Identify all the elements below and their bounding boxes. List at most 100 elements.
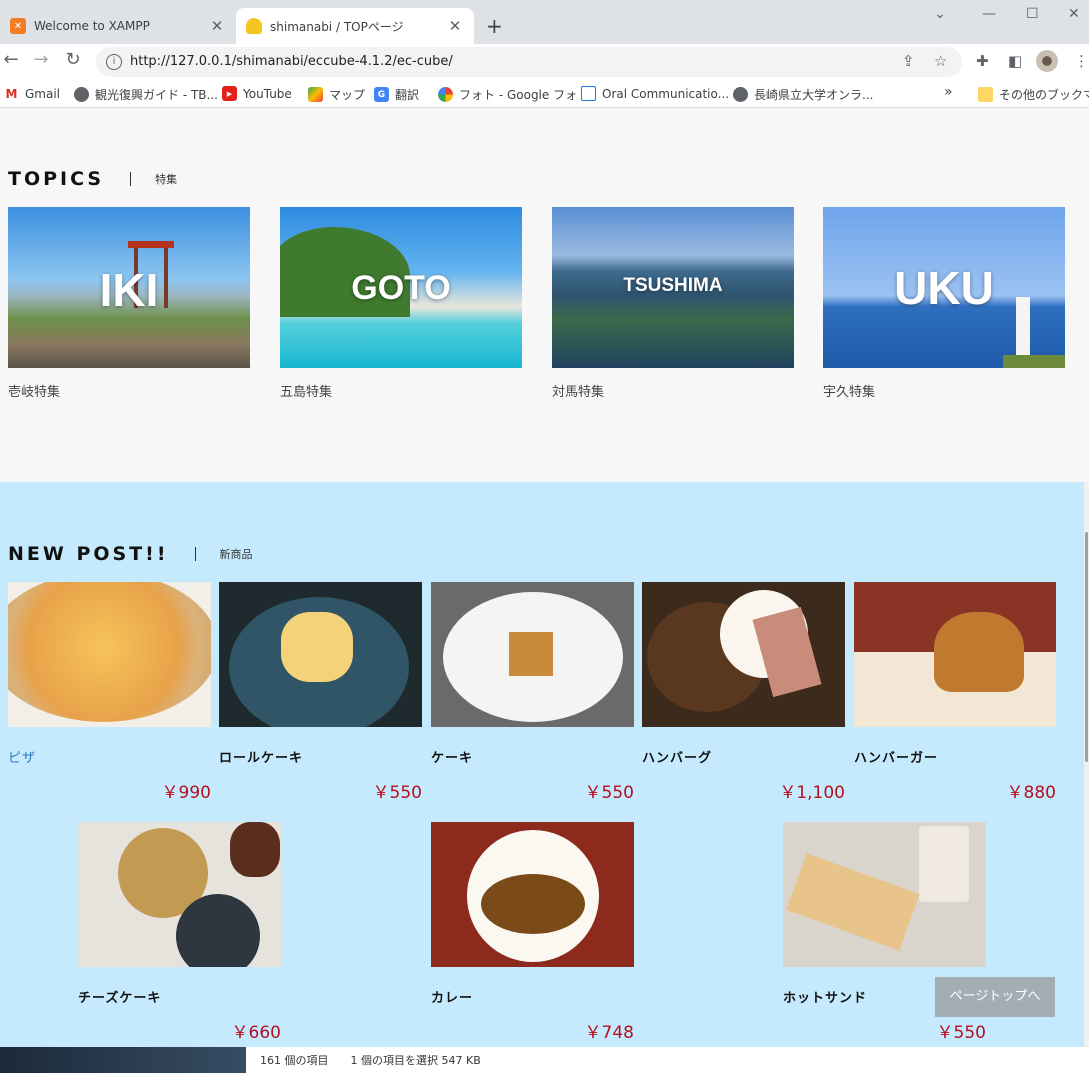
bookmark-label: 観光復興ガイド - TB... bbox=[95, 88, 218, 102]
scrollbar-thumb[interactable] bbox=[1085, 532, 1088, 762]
bookmark-youtube[interactable]: ▶ YouTube bbox=[222, 86, 292, 101]
product-image[interactable] bbox=[642, 582, 845, 727]
product-name[interactable]: ハンバーガー bbox=[854, 747, 938, 766]
topic-label[interactable]: 五島特集 bbox=[280, 381, 522, 400]
product-image[interactable] bbox=[854, 582, 1056, 727]
bookmark-label: フォト - Google フォト bbox=[459, 88, 590, 102]
bookmark-translate[interactable]: G 翻訳 bbox=[374, 86, 419, 103]
bookmark-other[interactable]: その他のブックマーク bbox=[978, 86, 1089, 103]
topic-card-tsushima[interactable]: TSUSHIMA 対馬特集 bbox=[552, 207, 794, 400]
url-text[interactable]: http://127.0.0.1/shimanabi/eccube-4.1.2/… bbox=[130, 54, 453, 69]
chevron-down-icon[interactable]: ⌄ bbox=[934, 6, 946, 22]
page-scrollbar[interactable] bbox=[1084, 482, 1089, 1073]
product-name[interactable]: ピザ bbox=[8, 747, 36, 766]
product-name[interactable]: チーズケーキ bbox=[78, 987, 161, 1006]
product-card[interactable]: ハンバーグ ￥1,100 bbox=[642, 582, 845, 803]
maps-icon bbox=[308, 87, 323, 102]
product-price: ￥880 bbox=[1006, 783, 1056, 803]
topic-image[interactable]: IKI bbox=[8, 207, 250, 368]
tab-title: shimanabi / TOPページ bbox=[270, 19, 404, 34]
topic-card-uku[interactable]: UKU 宇久特集 bbox=[823, 207, 1065, 400]
bookmark-label: 長崎県立大学オンラ... bbox=[754, 88, 874, 102]
product-card[interactable]: チーズケーキ ￥660 bbox=[78, 822, 281, 1043]
newpost-heading: NEW POST!! 新商品 bbox=[8, 543, 253, 565]
topic-banner: IKI bbox=[99, 264, 159, 316]
bookmark-maps[interactable]: マップ bbox=[308, 86, 365, 103]
product-image[interactable] bbox=[783, 822, 986, 967]
youtube-icon: ▶ bbox=[222, 86, 237, 101]
product-price: ￥1,100 bbox=[779, 783, 845, 803]
topic-card-iki[interactable]: IKI 壱岐特集 bbox=[8, 207, 250, 400]
product-image[interactable] bbox=[219, 582, 422, 727]
browser-toolbar: ← → ↻ i http://127.0.0.1/shimanabi/eccub… bbox=[0, 44, 1089, 78]
new-tab-icon[interactable]: + bbox=[486, 14, 503, 38]
section-subtitle: 新商品 bbox=[219, 548, 253, 561]
product-name[interactable]: ケーキ bbox=[431, 747, 473, 766]
topic-image[interactable]: TSUSHIMA bbox=[552, 207, 794, 368]
topic-label[interactable]: 対馬特集 bbox=[552, 381, 794, 400]
page-top-button[interactable]: ページトップへ bbox=[935, 977, 1055, 1017]
topic-label[interactable]: 宇久特集 bbox=[823, 381, 1065, 400]
menu-icon[interactable]: ⋮ bbox=[1074, 52, 1089, 70]
bookmark-label: その他のブックマーク bbox=[999, 88, 1089, 102]
translate-icon: G bbox=[374, 87, 389, 102]
topic-label[interactable]: 壱岐特集 bbox=[8, 381, 250, 400]
product-image[interactable] bbox=[431, 582, 634, 727]
bookmark-label: 翻訳 bbox=[395, 88, 420, 102]
product-card[interactable]: ハンバーガー ￥880 bbox=[854, 582, 1056, 803]
divider bbox=[130, 172, 132, 186]
close-icon[interactable]: ✕ bbox=[446, 17, 464, 35]
bookmark-oral[interactable]: Oral Communicatio... bbox=[581, 86, 729, 101]
product-name[interactable]: カレー bbox=[431, 987, 473, 1006]
topic-card-goto[interactable]: GOTO 五島特集 bbox=[280, 207, 522, 400]
bookmark-nagasaki[interactable]: 長崎県立大学オンラ... bbox=[733, 86, 873, 103]
info-icon[interactable]: i bbox=[106, 54, 122, 70]
section-title: TOPICS bbox=[8, 168, 105, 190]
bookmark-label: マップ bbox=[329, 88, 366, 102]
share-icon[interactable]: ⇪ bbox=[902, 52, 915, 70]
address-bar[interactable]: i http://127.0.0.1/shimanabi/eccube-4.1.… bbox=[96, 47, 962, 77]
product-card[interactable]: ホットサンド ￥550 bbox=[783, 822, 986, 1043]
maximize-icon[interactable]: ☐ bbox=[1026, 6, 1039, 22]
page-content: TOPICS 特集 IKI 壱岐特集 GOTO 五島特集 TSUSHIMA 対馬… bbox=[0, 111, 1089, 1073]
window-close-icon[interactable]: ✕ bbox=[1068, 6, 1080, 22]
close-icon[interactable]: ✕ bbox=[208, 17, 226, 35]
tab-shimanabi[interactable]: shimanabi / TOPページ ✕ bbox=[236, 8, 474, 44]
product-image[interactable] bbox=[431, 822, 634, 967]
product-name[interactable]: ホットサンド bbox=[783, 987, 867, 1006]
side-panel-icon[interactable]: ◧ bbox=[1008, 52, 1022, 70]
product-price: ￥990 bbox=[161, 783, 211, 803]
product-card[interactable]: カレー ￥748 bbox=[431, 822, 634, 1043]
product-price: ￥748 bbox=[584, 1023, 634, 1043]
photos-icon bbox=[438, 87, 453, 102]
topic-image[interactable]: UKU bbox=[823, 207, 1065, 368]
product-image[interactable] bbox=[8, 582, 211, 727]
extensions-icon[interactable]: ✚ bbox=[976, 52, 989, 70]
bookmark-label: Oral Communicatio... bbox=[602, 86, 730, 101]
reload-icon[interactable]: ↻ bbox=[62, 49, 84, 71]
bookmark-label: Gmail bbox=[25, 86, 61, 101]
bookmark-gmail[interactable]: M Gmail bbox=[4, 86, 60, 101]
product-price: ￥660 bbox=[231, 1023, 281, 1043]
tab-title: Welcome to XAMPP bbox=[34, 19, 150, 33]
product-name[interactable]: ハンバーグ bbox=[642, 747, 712, 766]
back-icon[interactable]: ← bbox=[0, 49, 22, 71]
product-card[interactable]: ピザ ￥990 bbox=[8, 582, 211, 803]
profile-avatar[interactable] bbox=[1036, 50, 1058, 72]
topic-image[interactable]: GOTO bbox=[280, 207, 522, 368]
product-price: ￥550 bbox=[584, 783, 634, 803]
forward-icon[interactable]: → bbox=[30, 49, 52, 71]
bookmarks-overflow-icon[interactable]: » bbox=[944, 84, 953, 100]
product-card[interactable]: ケーキ ￥550 bbox=[431, 582, 634, 803]
product-name[interactable]: ロールケーキ bbox=[219, 747, 303, 766]
bookmark-photos[interactable]: フォト - Google フォト bbox=[438, 86, 589, 103]
product-card[interactable]: ロールケーキ ￥550 bbox=[219, 582, 422, 803]
star-icon[interactable]: ☆ bbox=[934, 52, 947, 70]
tab-xampp[interactable]: ✕ Welcome to XAMPP ✕ bbox=[0, 8, 236, 44]
topic-banner: GOTO bbox=[351, 269, 451, 307]
globe-icon bbox=[733, 87, 748, 102]
product-price: ￥550 bbox=[936, 1023, 986, 1043]
bookmark-tb[interactable]: 観光復興ガイド - TB... bbox=[74, 86, 218, 103]
minimize-icon[interactable]: — bbox=[982, 6, 996, 22]
product-image[interactable] bbox=[78, 822, 281, 967]
